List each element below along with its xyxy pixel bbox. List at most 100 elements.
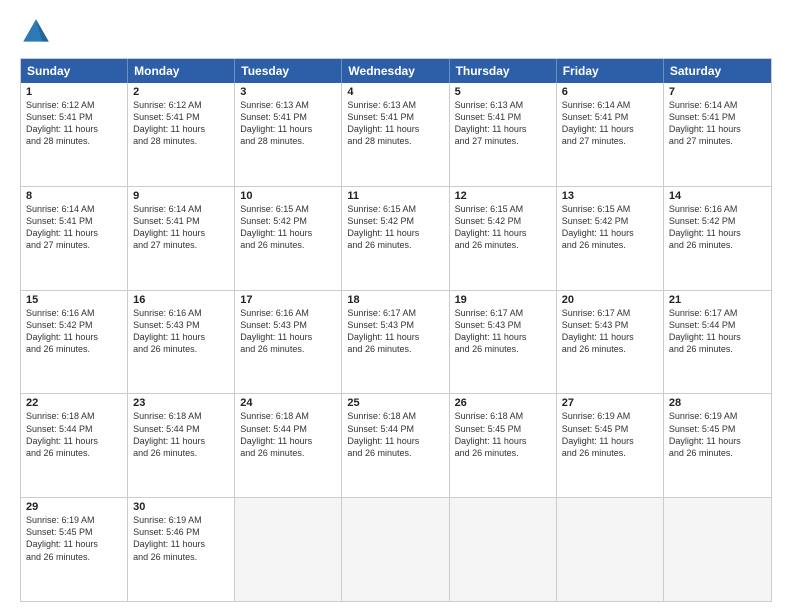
calendar-cell: 17Sunrise: 6:16 AM Sunset: 5:43 PM Dayli… — [235, 291, 342, 394]
cell-info: Sunrise: 6:15 AM Sunset: 5:42 PM Dayligh… — [455, 203, 551, 252]
day-number: 2 — [133, 86, 229, 98]
day-number: 22 — [26, 397, 122, 409]
day-number: 27 — [562, 397, 658, 409]
day-number: 14 — [669, 190, 766, 202]
weekday-header: Thursday — [450, 59, 557, 83]
calendar-cell: 9Sunrise: 6:14 AM Sunset: 5:41 PM Daylig… — [128, 187, 235, 290]
cell-info: Sunrise: 6:17 AM Sunset: 5:44 PM Dayligh… — [669, 307, 766, 356]
calendar-cell: 11Sunrise: 6:15 AM Sunset: 5:42 PM Dayli… — [342, 187, 449, 290]
day-number: 23 — [133, 397, 229, 409]
calendar-cell: 28Sunrise: 6:19 AM Sunset: 5:45 PM Dayli… — [664, 394, 771, 497]
day-number: 8 — [26, 190, 122, 202]
cell-info: Sunrise: 6:19 AM Sunset: 5:45 PM Dayligh… — [562, 410, 658, 459]
cell-info: Sunrise: 6:16 AM Sunset: 5:42 PM Dayligh… — [669, 203, 766, 252]
weekday-header: Tuesday — [235, 59, 342, 83]
cell-info: Sunrise: 6:19 AM Sunset: 5:46 PM Dayligh… — [133, 514, 229, 563]
calendar-cell: 20Sunrise: 6:17 AM Sunset: 5:43 PM Dayli… — [557, 291, 664, 394]
calendar-cell: 24Sunrise: 6:18 AM Sunset: 5:44 PM Dayli… — [235, 394, 342, 497]
cell-info: Sunrise: 6:17 AM Sunset: 5:43 PM Dayligh… — [562, 307, 658, 356]
calendar-cell: 21Sunrise: 6:17 AM Sunset: 5:44 PM Dayli… — [664, 291, 771, 394]
day-number: 10 — [240, 190, 336, 202]
calendar-cell: 13Sunrise: 6:15 AM Sunset: 5:42 PM Dayli… — [557, 187, 664, 290]
cell-info: Sunrise: 6:16 AM Sunset: 5:43 PM Dayligh… — [133, 307, 229, 356]
calendar-cell: 6Sunrise: 6:14 AM Sunset: 5:41 PM Daylig… — [557, 83, 664, 186]
cell-info: Sunrise: 6:18 AM Sunset: 5:44 PM Dayligh… — [240, 410, 336, 459]
weekday-header: Friday — [557, 59, 664, 83]
day-number: 11 — [347, 190, 443, 202]
day-number: 4 — [347, 86, 443, 98]
cell-info: Sunrise: 6:12 AM Sunset: 5:41 PM Dayligh… — [133, 99, 229, 148]
cell-info: Sunrise: 6:17 AM Sunset: 5:43 PM Dayligh… — [347, 307, 443, 356]
cell-info: Sunrise: 6:12 AM Sunset: 5:41 PM Dayligh… — [26, 99, 122, 148]
day-number: 5 — [455, 86, 551, 98]
calendar-cell: 4Sunrise: 6:13 AM Sunset: 5:41 PM Daylig… — [342, 83, 449, 186]
calendar-cell: 8Sunrise: 6:14 AM Sunset: 5:41 PM Daylig… — [21, 187, 128, 290]
calendar-cell: 25Sunrise: 6:18 AM Sunset: 5:44 PM Dayli… — [342, 394, 449, 497]
cell-info: Sunrise: 6:14 AM Sunset: 5:41 PM Dayligh… — [133, 203, 229, 252]
cell-info: Sunrise: 6:16 AM Sunset: 5:42 PM Dayligh… — [26, 307, 122, 356]
cell-info: Sunrise: 6:14 AM Sunset: 5:41 PM Dayligh… — [562, 99, 658, 148]
day-number: 28 — [669, 397, 766, 409]
calendar: SundayMondayTuesdayWednesdayThursdayFrid… — [20, 58, 772, 602]
day-number: 26 — [455, 397, 551, 409]
cell-info: Sunrise: 6:15 AM Sunset: 5:42 PM Dayligh… — [240, 203, 336, 252]
weekday-header: Wednesday — [342, 59, 449, 83]
day-number: 15 — [26, 294, 122, 306]
day-number: 19 — [455, 294, 551, 306]
day-number: 18 — [347, 294, 443, 306]
calendar-cell — [342, 498, 449, 601]
day-number: 30 — [133, 501, 229, 513]
calendar-cell: 19Sunrise: 6:17 AM Sunset: 5:43 PM Dayli… — [450, 291, 557, 394]
calendar-cell: 29Sunrise: 6:19 AM Sunset: 5:45 PM Dayli… — [21, 498, 128, 601]
calendar-header: SundayMondayTuesdayWednesdayThursdayFrid… — [21, 59, 771, 83]
calendar-cell: 27Sunrise: 6:19 AM Sunset: 5:45 PM Dayli… — [557, 394, 664, 497]
page: SundayMondayTuesdayWednesdayThursdayFrid… — [0, 0, 792, 612]
calendar-cell: 23Sunrise: 6:18 AM Sunset: 5:44 PM Dayli… — [128, 394, 235, 497]
calendar-cell: 26Sunrise: 6:18 AM Sunset: 5:45 PM Dayli… — [450, 394, 557, 497]
day-number: 16 — [133, 294, 229, 306]
top-section — [20, 16, 772, 48]
cell-info: Sunrise: 6:17 AM Sunset: 5:43 PM Dayligh… — [455, 307, 551, 356]
cell-info: Sunrise: 6:18 AM Sunset: 5:44 PM Dayligh… — [26, 410, 122, 459]
calendar-cell: 5Sunrise: 6:13 AM Sunset: 5:41 PM Daylig… — [450, 83, 557, 186]
calendar-cell: 22Sunrise: 6:18 AM Sunset: 5:44 PM Dayli… — [21, 394, 128, 497]
day-number: 7 — [669, 86, 766, 98]
calendar-row: 1Sunrise: 6:12 AM Sunset: 5:41 PM Daylig… — [21, 83, 771, 186]
calendar-row: 22Sunrise: 6:18 AM Sunset: 5:44 PM Dayli… — [21, 393, 771, 497]
calendar-cell: 16Sunrise: 6:16 AM Sunset: 5:43 PM Dayli… — [128, 291, 235, 394]
cell-info: Sunrise: 6:18 AM Sunset: 5:44 PM Dayligh… — [347, 410, 443, 459]
day-number: 25 — [347, 397, 443, 409]
calendar-cell — [450, 498, 557, 601]
calendar-cell: 10Sunrise: 6:15 AM Sunset: 5:42 PM Dayli… — [235, 187, 342, 290]
cell-info: Sunrise: 6:13 AM Sunset: 5:41 PM Dayligh… — [240, 99, 336, 148]
day-number: 24 — [240, 397, 336, 409]
cell-info: Sunrise: 6:14 AM Sunset: 5:41 PM Dayligh… — [669, 99, 766, 148]
day-number: 21 — [669, 294, 766, 306]
calendar-cell: 15Sunrise: 6:16 AM Sunset: 5:42 PM Dayli… — [21, 291, 128, 394]
cell-info: Sunrise: 6:13 AM Sunset: 5:41 PM Dayligh… — [455, 99, 551, 148]
calendar-cell: 2Sunrise: 6:12 AM Sunset: 5:41 PM Daylig… — [128, 83, 235, 186]
day-number: 17 — [240, 294, 336, 306]
cell-info: Sunrise: 6:18 AM Sunset: 5:45 PM Dayligh… — [455, 410, 551, 459]
weekday-header: Sunday — [21, 59, 128, 83]
day-number: 3 — [240, 86, 336, 98]
calendar-row: 15Sunrise: 6:16 AM Sunset: 5:42 PM Dayli… — [21, 290, 771, 394]
calendar-cell: 1Sunrise: 6:12 AM Sunset: 5:41 PM Daylig… — [21, 83, 128, 186]
cell-info: Sunrise: 6:19 AM Sunset: 5:45 PM Dayligh… — [669, 410, 766, 459]
logo-icon — [20, 16, 52, 48]
calendar-cell: 18Sunrise: 6:17 AM Sunset: 5:43 PM Dayli… — [342, 291, 449, 394]
calendar-cell: 3Sunrise: 6:13 AM Sunset: 5:41 PM Daylig… — [235, 83, 342, 186]
calendar-body: 1Sunrise: 6:12 AM Sunset: 5:41 PM Daylig… — [21, 83, 771, 601]
cell-info: Sunrise: 6:15 AM Sunset: 5:42 PM Dayligh… — [347, 203, 443, 252]
day-number: 6 — [562, 86, 658, 98]
calendar-cell: 30Sunrise: 6:19 AM Sunset: 5:46 PM Dayli… — [128, 498, 235, 601]
day-number: 1 — [26, 86, 122, 98]
day-number: 9 — [133, 190, 229, 202]
day-number: 20 — [562, 294, 658, 306]
cell-info: Sunrise: 6:18 AM Sunset: 5:44 PM Dayligh… — [133, 410, 229, 459]
cell-info: Sunrise: 6:15 AM Sunset: 5:42 PM Dayligh… — [562, 203, 658, 252]
calendar-cell: 14Sunrise: 6:16 AM Sunset: 5:42 PM Dayli… — [664, 187, 771, 290]
cell-info: Sunrise: 6:14 AM Sunset: 5:41 PM Dayligh… — [26, 203, 122, 252]
cell-info: Sunrise: 6:13 AM Sunset: 5:41 PM Dayligh… — [347, 99, 443, 148]
day-number: 13 — [562, 190, 658, 202]
